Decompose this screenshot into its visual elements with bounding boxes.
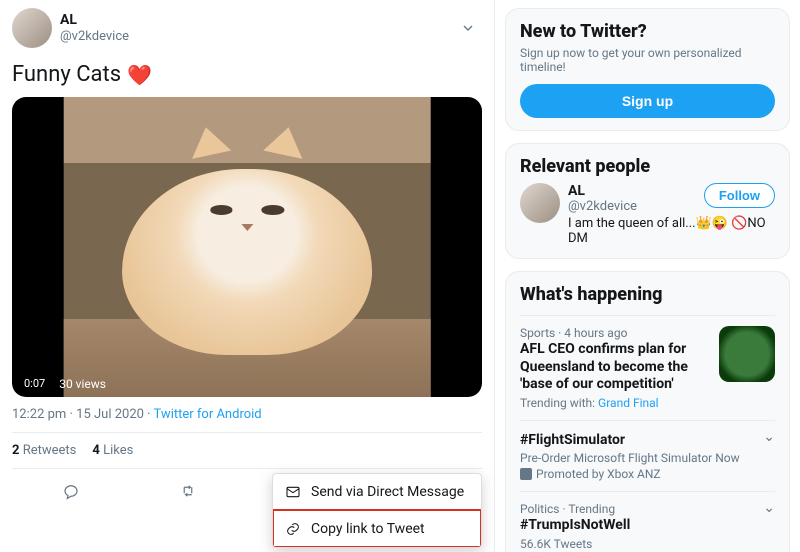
chevron-down-icon[interactable]: ⌄ [763, 429, 775, 445]
retweet-icon [179, 482, 197, 500]
trend-sub: Pre-Order Microsoft Flight Simulator Now [520, 451, 775, 465]
heart-emoji: ❤️ [127, 63, 152, 87]
video-meta: 0:07 30 views [20, 376, 106, 391]
author-display-name: AL [60, 12, 129, 29]
trend-title: #TrumpIsNotWell [520, 517, 775, 535]
signup-subtitle: Sign up now to get your own personalized… [520, 46, 775, 74]
author-names[interactable]: AL @v2kdevice [60, 12, 129, 44]
video-duration: 0:07 [20, 376, 49, 391]
chevron-down-icon[interactable]: ⌄ [763, 500, 775, 516]
trend-flightsim[interactable]: #FlightSimulator Pre-Order Microsoft Fli… [520, 420, 775, 492]
trend-promo: Promoted by Xbox ANZ [520, 467, 775, 481]
trend-sub: 56.6K Tweets [520, 537, 775, 551]
relevant-bio: I am the queen of all...👑😜 🚫NO DM [568, 216, 775, 246]
follow-button[interactable]: Follow [704, 183, 775, 208]
envelope-icon [285, 484, 301, 500]
whats-happening-card: What's happening Sports · 4 hours ago AF… [505, 271, 790, 552]
trend-meta: Sports · 4 hours ago [520, 326, 711, 340]
tweet-timestamp: 12:22 pm · 15 Jul 2020 [12, 407, 144, 422]
tweet-source[interactable]: Twitter for Android [154, 407, 262, 422]
author-avatar[interactable] [12, 8, 52, 48]
reply-button[interactable] [12, 475, 130, 507]
sidebar: New to Twitter? Sign up now to get your … [495, 0, 800, 552]
trend-trumpisnotwell[interactable]: Politics · Trending #TrumpIsNotWell 56.6… [520, 491, 775, 552]
tweet-timestamp-line: 12:22 pm · 15 Jul 2020 · Twitter for And… [12, 407, 482, 422]
promoted-icon [520, 468, 532, 480]
signup-button[interactable]: Sign up [520, 84, 775, 118]
reply-icon [62, 482, 80, 500]
signup-title: New to Twitter? [520, 21, 775, 42]
relevant-people-card: Relevant people AL @v2kdevice Follow I a… [505, 143, 790, 259]
likes-stat[interactable]: 4 Likes [92, 443, 133, 458]
tweet-body: Funny Cats ❤️ [12, 62, 482, 87]
menu-copy-link-label: Copy link to Tweet [311, 521, 425, 537]
whats-happening-title: What's happening [520, 284, 775, 311]
video-thumbnail [64, 97, 431, 397]
retweets-stat[interactable]: 2 Retweets [12, 443, 76, 458]
trend-thumb [719, 326, 775, 382]
tweet-text: Funny Cats [12, 62, 121, 87]
chevron-down-icon [460, 20, 476, 36]
relevant-title: Relevant people [520, 156, 775, 177]
trend-meta: Politics · Trending [520, 502, 775, 516]
author-handle: @v2kdevice [60, 29, 129, 45]
menu-send-dm-label: Send via Direct Message [311, 484, 464, 500]
signup-card: New to Twitter? Sign up now to get your … [505, 8, 790, 131]
menu-send-dm[interactable]: Send via Direct Message [273, 474, 481, 510]
relevant-handle[interactable]: @v2kdevice [568, 199, 637, 214]
relevant-name[interactable]: AL [568, 183, 637, 199]
tweet-header: AL @v2kdevice [12, 8, 482, 48]
tweet-column: AL @v2kdevice Funny Cats ❤️ 0:07 30 view… [0, 0, 495, 552]
share-dropdown: Send via Direct Message Copy link to Twe… [272, 473, 482, 548]
trend-sub: Trending with: Grand Final [520, 396, 711, 410]
menu-copy-link[interactable]: Copy link to Tweet [273, 510, 481, 547]
link-icon [285, 521, 301, 537]
tweet-video[interactable]: 0:07 30 views [12, 97, 482, 397]
trend-title: #FlightSimulator [520, 432, 775, 450]
retweet-button[interactable] [130, 475, 248, 507]
tweet-stats: 2 Retweets 4 Likes [12, 432, 482, 469]
trend-title: AFL CEO confirms plan for Queensland to … [520, 341, 711, 394]
trend-afl[interactable]: Sports · 4 hours ago AFL CEO confirms pl… [520, 315, 775, 420]
tweet-more-button[interactable] [454, 14, 482, 42]
relevant-avatar[interactable] [520, 183, 560, 223]
relevant-person: AL @v2kdevice Follow I am the queen of a… [520, 183, 775, 246]
video-views: 30 views [59, 377, 106, 391]
